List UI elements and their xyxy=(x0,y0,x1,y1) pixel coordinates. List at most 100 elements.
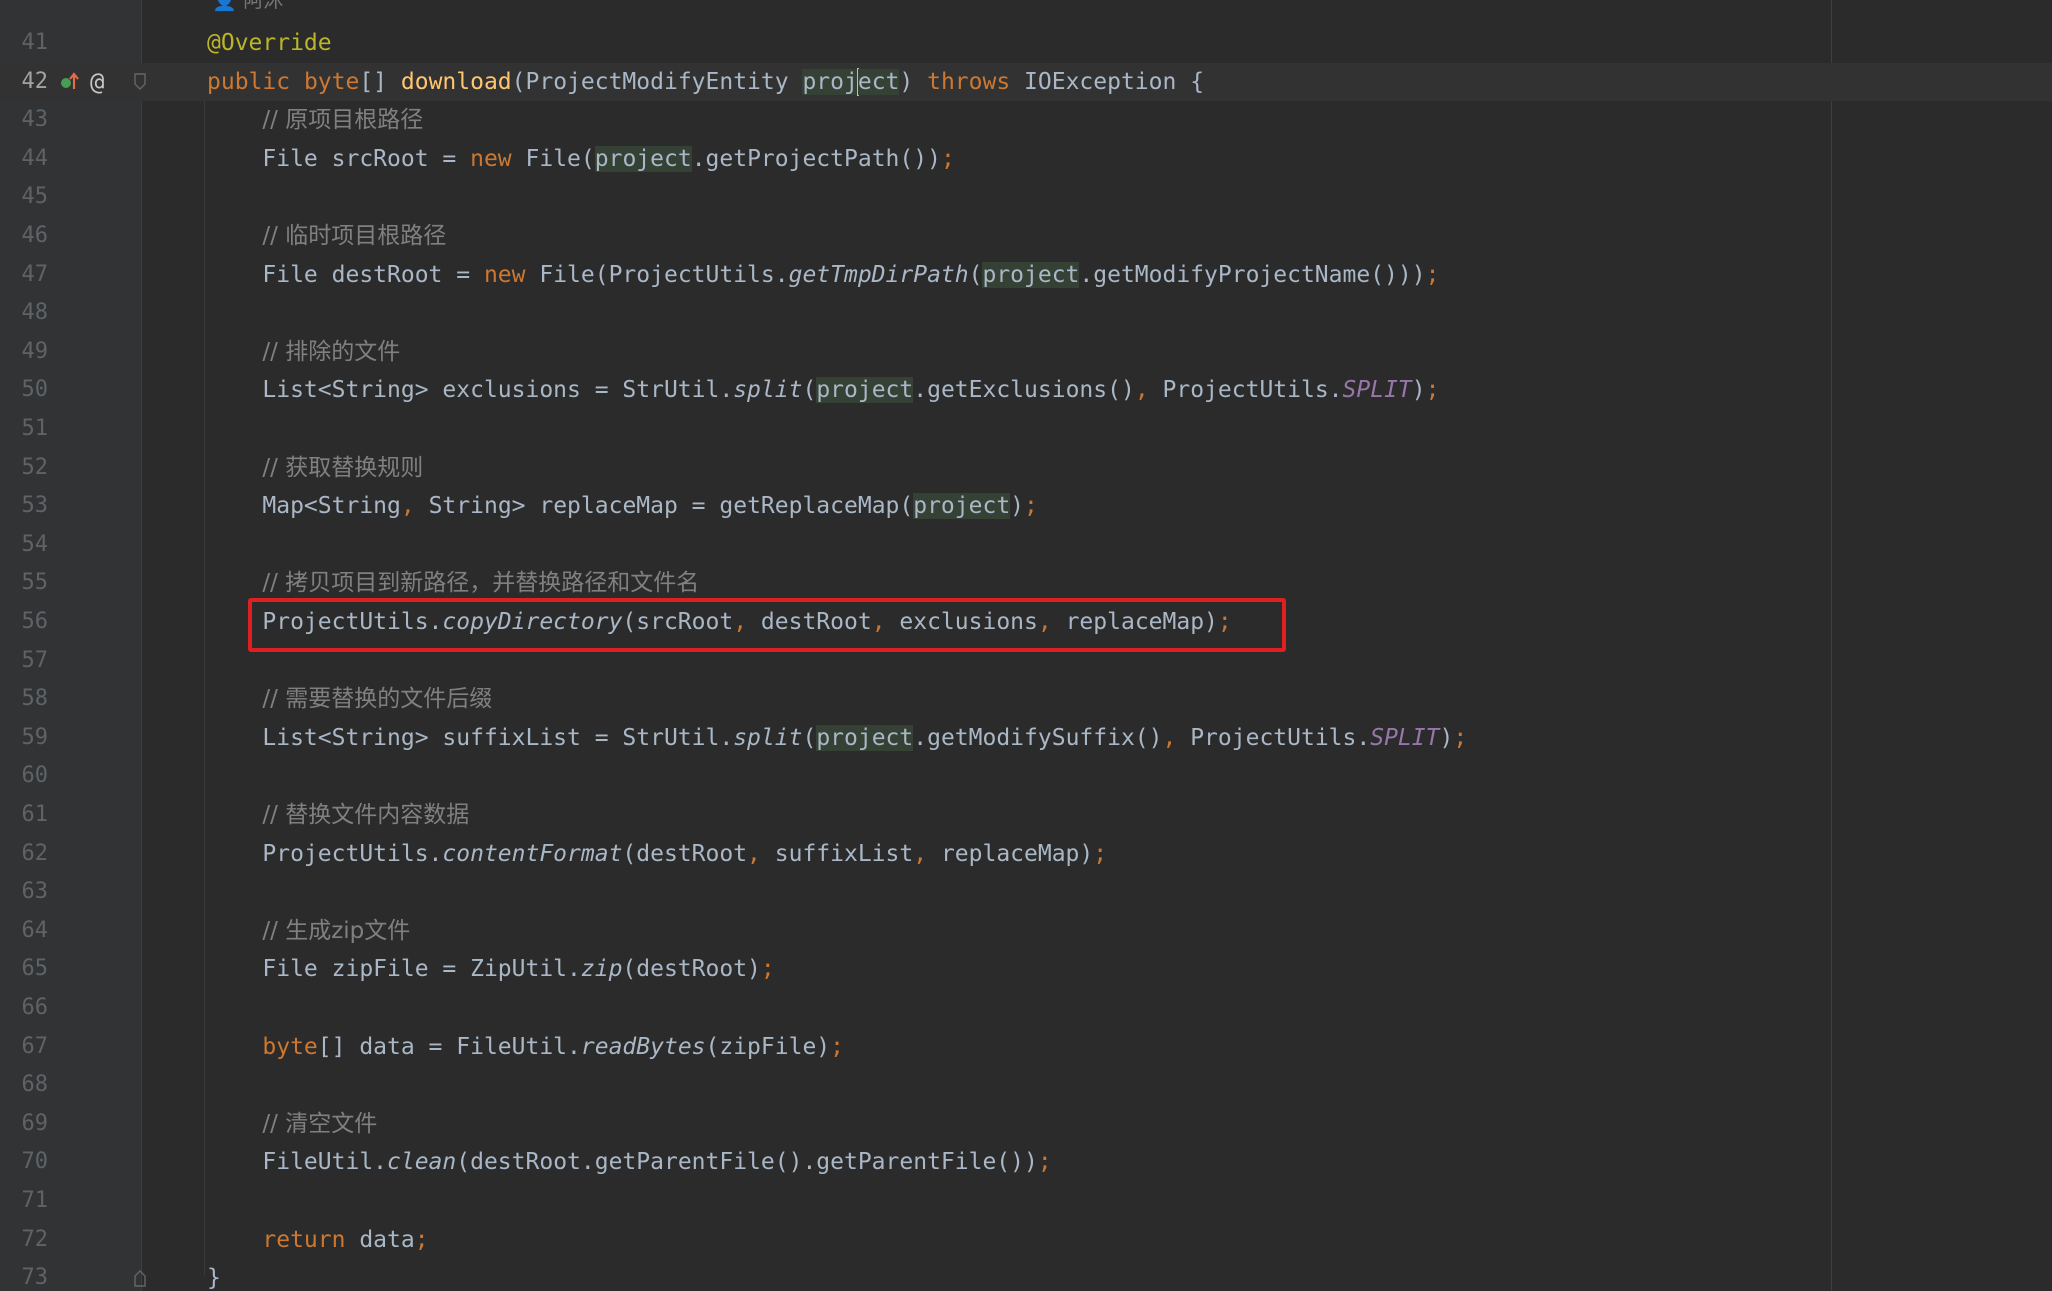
code-line[interactable]: 61 // 替换文件内容数据 xyxy=(0,796,2052,835)
code-text[interactable]: // 替换文件内容数据 xyxy=(207,796,469,835)
line-number[interactable]: 52 xyxy=(0,449,49,488)
code-text[interactable]: List<String> exclusions = StrUtil.split(… xyxy=(207,371,1440,410)
code-line[interactable]: 42 public byte[] download(ProjectModifyEn… xyxy=(0,62,2052,102)
fold-end-icon[interactable] xyxy=(133,1269,147,1287)
code-text[interactable]: // 生成zip文件 xyxy=(207,912,410,951)
line-number[interactable]: 42 xyxy=(0,63,49,102)
code-token: Map<String xyxy=(207,493,401,520)
code-line[interactable]: 43 // 原项目根路径 xyxy=(0,101,2052,140)
code-line[interactable]: 63 xyxy=(0,873,2052,912)
code-token: File( xyxy=(525,145,595,172)
line-number[interactable]: 60 xyxy=(0,757,49,796)
code-line[interactable]: 73} xyxy=(0,1259,2052,1291)
override-up-arrow-icon[interactable] xyxy=(60,71,80,91)
code-text[interactable]: // 原项目根路径 xyxy=(207,101,423,140)
line-number[interactable]: 46 xyxy=(0,217,49,256)
code-text[interactable]: File destRoot = new File(ProjectUtils.ge… xyxy=(207,256,1439,295)
line-number[interactable]: 44 xyxy=(0,140,49,179)
line-number[interactable]: 61 xyxy=(0,796,49,835)
code-text[interactable]: // 需要替换的文件后缀 xyxy=(207,680,492,719)
code-line[interactable]: 58 // 需要替换的文件后缀 xyxy=(0,680,2052,719)
code-text[interactable]: ProjectUtils.contentFormat(destRoot, suf… xyxy=(207,835,1107,874)
line-number[interactable]: 45 xyxy=(0,178,49,217)
line-number[interactable]: 43 xyxy=(0,101,49,140)
line-number[interactable]: 59 xyxy=(0,719,49,758)
line-number[interactable]: 69 xyxy=(0,1105,49,1144)
code-token: byte xyxy=(303,68,360,95)
code-line[interactable]: 72 return data; xyxy=(0,1221,2052,1260)
line-number[interactable]: 64 xyxy=(0,912,49,951)
line-number[interactable]: 53 xyxy=(0,487,49,526)
code-line[interactable]: 53 Map<String, String> replaceMap = getR… xyxy=(0,487,2052,526)
code-text[interactable]: // 临时项目根路径 xyxy=(207,217,446,256)
code-line[interactable]: 49 // 排除的文件 xyxy=(0,333,2052,372)
line-number[interactable]: 47 xyxy=(0,256,49,295)
code-line[interactable]: 66 xyxy=(0,989,2052,1028)
code-line[interactable]: 51 xyxy=(0,410,2052,449)
code-text[interactable]: } xyxy=(207,1259,221,1291)
code-line[interactable]: 48 xyxy=(0,294,2052,333)
code-line[interactable]: 64 // 生成zip文件 xyxy=(0,912,2052,951)
line-number[interactable]: 51 xyxy=(0,410,49,449)
code-text[interactable]: File zipFile = ZipUtil.zip(destRoot); xyxy=(207,950,774,989)
line-number[interactable]: 70 xyxy=(0,1143,49,1182)
line-number[interactable]: 72 xyxy=(0,1221,49,1260)
code-text[interactable]: Map<String, String> replaceMap = getRepl… xyxy=(207,487,1038,526)
line-number[interactable]: 73 xyxy=(0,1259,49,1291)
code-editor[interactable]: 👤 阿沐 41 @Override 42 public byte[] download… xyxy=(0,0,2052,1291)
code-token: 需要替换的文件后缀 xyxy=(285,686,493,713)
line-number[interactable]: 68 xyxy=(0,1066,49,1105)
line-number[interactable]: 65 xyxy=(0,950,49,989)
code-line[interactable]: 44 File srcRoot = new File(project.getPr… xyxy=(0,140,2052,179)
code-text[interactable]: // 获取替换规则 xyxy=(207,449,423,488)
line-number[interactable]: 62 xyxy=(0,835,49,874)
code-text[interactable]: FileUtil.clean(destRoot.getParentFile().… xyxy=(207,1143,1051,1182)
code-line[interactable]: 71 xyxy=(0,1182,2052,1221)
code-text[interactable]: // 排除的文件 xyxy=(207,333,400,372)
line-number[interactable]: 71 xyxy=(0,1182,49,1221)
code-line[interactable]: 62 ProjectUtils.contentFormat(destRoot, … xyxy=(0,835,2052,874)
code-line[interactable]: 50 List<String> exclusions = StrUtil.spl… xyxy=(0,371,2052,410)
code-line[interactable]: 65 File zipFile = ZipUtil.zip(destRoot); xyxy=(0,950,2052,989)
code-text[interactable]: byte[] data = FileUtil.readBytes(zipFile… xyxy=(207,1028,844,1067)
code-line[interactable]: 45 xyxy=(0,178,2052,217)
code-line[interactable]: 68 xyxy=(0,1066,2052,1105)
line-number[interactable]: 58 xyxy=(0,680,49,719)
code-line[interactable]: 52 // 获取替换规则 xyxy=(0,449,2052,488)
fold-start-icon[interactable] xyxy=(133,72,147,91)
line-number[interactable]: 67 xyxy=(0,1028,49,1067)
line-number[interactable]: 54 xyxy=(0,526,49,565)
line-number[interactable]: 49 xyxy=(0,333,49,372)
code-token: contentFormat xyxy=(442,840,623,867)
code-token: (ProjectModifyEntity xyxy=(511,68,803,95)
line-number[interactable]: 41 xyxy=(0,24,49,63)
code-token: .getModifyProjectName())) xyxy=(1079,261,1426,288)
code-line[interactable]: 70 FileUtil.clean(destRoot.getParentFile… xyxy=(0,1143,2052,1182)
code-line[interactable]: 54 xyxy=(0,526,2052,565)
code-token: ; xyxy=(940,145,955,172)
code-text[interactable]: public byte[] download(ProjectModifyEnti… xyxy=(207,63,1204,102)
code-text[interactable]: // 清空文件 xyxy=(207,1105,377,1144)
line-number[interactable]: 50 xyxy=(0,371,49,410)
line-number[interactable]: 56 xyxy=(0,603,49,642)
line-number[interactable]: 57 xyxy=(0,642,49,681)
code-line[interactable]: 59 List<String> suffixList = StrUtil.spl… xyxy=(0,719,2052,758)
code-line[interactable]: 60 xyxy=(0,757,2052,796)
line-number[interactable]: 55 xyxy=(0,564,49,603)
line-number[interactable]: 63 xyxy=(0,873,49,912)
code-text[interactable]: @Override xyxy=(207,24,332,63)
code-text[interactable]: return data; xyxy=(207,1221,428,1260)
code-line[interactable]: 47 File destRoot = new File(ProjectUtils… xyxy=(0,256,2052,295)
line-number[interactable]: 66 xyxy=(0,989,49,1028)
line-number[interactable]: 48 xyxy=(0,294,49,333)
code-text[interactable]: List<String> suffixList = StrUtil.split(… xyxy=(207,719,1467,758)
code-line[interactable]: 69 // 清空文件 xyxy=(0,1105,2052,1144)
code-line[interactable]: 41 @Override xyxy=(0,24,2052,63)
at-symbol-icon[interactable]: @ xyxy=(90,63,104,102)
code-text[interactable]: File srcRoot = new File(project.getProje… xyxy=(207,140,955,179)
code-token: ) xyxy=(899,68,928,95)
code-line[interactable]: 46 // 临时项目根路径 xyxy=(0,217,2052,256)
code-line[interactable]: 67 byte[] data = FileUtil.readBytes(zipF… xyxy=(0,1028,2052,1067)
